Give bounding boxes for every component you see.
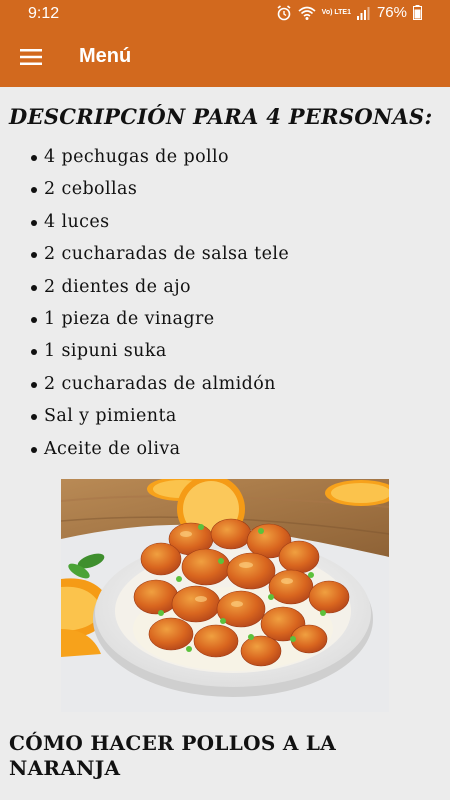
recipe-content[interactable]: DESCRIPCIÓN PARA 4 PERSONAS: 4 pechugas …: [0, 87, 450, 800]
status-time: 9:12: [28, 5, 60, 22]
list-item: 4 luces: [0, 206, 450, 238]
app-bar: Menú: [0, 28, 450, 87]
list-item: 4 pechugas de pollo: [0, 141, 450, 173]
battery-icon: [413, 5, 422, 20]
section-heading: DESCRIPCIÓN PARA 4 PERSONAS:: [9, 104, 433, 129]
list-item: 2 cucharadas de salsa tele: [0, 238, 450, 270]
list-item: Sal y pimienta: [0, 400, 450, 432]
signal-icon: [356, 6, 371, 20]
list-item: Aceite de oliva: [0, 433, 450, 465]
list-item: 1 sipuni suka: [0, 335, 450, 367]
status-icons: Vo) LTE1 76%: [276, 4, 422, 21]
list-item: 2 cebollas: [0, 173, 450, 205]
wifi-icon: [298, 5, 316, 21]
list-item: 2 cucharadas de almidón: [0, 368, 450, 400]
alarm-icon: [276, 4, 292, 21]
menu-button[interactable]: [12, 38, 50, 76]
status-bar: 9:12 Vo) LTE1 76%: [0, 0, 450, 28]
hamburger-icon: [20, 49, 42, 65]
ingredient-list: 4 pechugas de pollo 2 cebollas 4 luces 2…: [0, 141, 450, 465]
list-item: 1 pieza de vinagre: [0, 303, 450, 335]
recipe-title: CÓMO HACER POLLOS A LA NARANJA: [9, 731, 337, 780]
volte-label: Vo) LTE1: [321, 8, 351, 16]
dish-image: [61, 479, 389, 712]
list-item: 2 dientes de ajo: [0, 271, 450, 303]
battery-level: 76%: [376, 4, 407, 21]
app-title: Menú: [79, 45, 132, 67]
